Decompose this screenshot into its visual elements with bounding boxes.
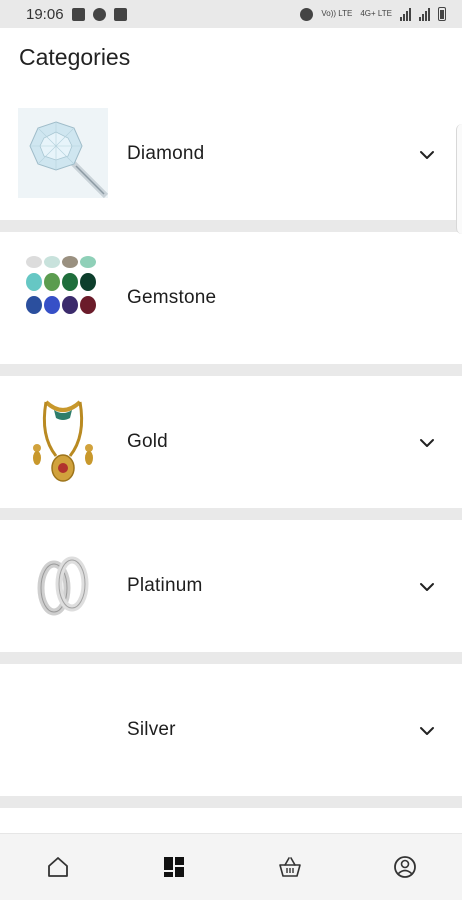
categories-grid-icon[interactable] (161, 854, 187, 880)
category-label-diamond: Diamond (127, 143, 205, 164)
category-label-silver: Silver (127, 719, 176, 740)
gallery-notification-icon (71, 7, 85, 21)
battery-icon (438, 7, 446, 21)
gemstones-grid-image (18, 252, 108, 342)
category-card-diamond[interactable]: Diamond (0, 88, 462, 220)
page-title: Categories (19, 44, 131, 70)
divider (0, 220, 462, 232)
category-label-gold: Gold (127, 431, 168, 452)
basket-icon[interactable] (277, 854, 303, 880)
divider (0, 796, 462, 808)
category-label-platinum: Platinum (127, 575, 203, 596)
scrollbar[interactable] (456, 124, 462, 234)
message-notification-icon (113, 7, 127, 21)
category-label-gemstone: Gemstone (127, 287, 217, 308)
diamond-ring-image (18, 108, 108, 198)
status-bar: 19:06 Vo)) LTE 4G+ LTE (0, 0, 462, 28)
divider (0, 652, 462, 664)
bottom-navigation (0, 833, 462, 900)
chevron-down-icon[interactable] (418, 146, 436, 164)
status-right: Vo)) LTE 4G+ LTE (300, 7, 446, 21)
4g-indicator: 4G+ LTE (360, 9, 392, 18)
divider (0, 508, 462, 520)
category-card-platinum[interactable]: Platinum (0, 520, 462, 652)
alarm-icon (300, 7, 314, 21)
app-notification-icon (92, 7, 106, 21)
silver-image-placeholder (18, 684, 108, 774)
platinum-bands-image (18, 540, 108, 630)
divider (0, 364, 462, 376)
chevron-down-icon[interactable] (418, 434, 436, 452)
status-left: 19:06 (26, 6, 127, 23)
category-card-gold[interactable]: Gold (0, 376, 462, 508)
chevron-down-icon[interactable] (418, 578, 436, 596)
chevron-down-icon[interactable] (418, 722, 436, 740)
home-icon[interactable] (45, 854, 71, 880)
signal-strength-icon (400, 7, 411, 21)
gold-necklace-image (18, 396, 108, 486)
status-time: 19:06 (26, 5, 64, 23)
account-icon[interactable] (392, 854, 418, 880)
category-card-gemstone[interactable]: Gemstone (0, 232, 462, 364)
volte-indicator: Vo)) LTE (321, 9, 353, 18)
category-card-silver[interactable]: Silver (0, 664, 462, 796)
signal-strength-2-icon (419, 7, 430, 21)
